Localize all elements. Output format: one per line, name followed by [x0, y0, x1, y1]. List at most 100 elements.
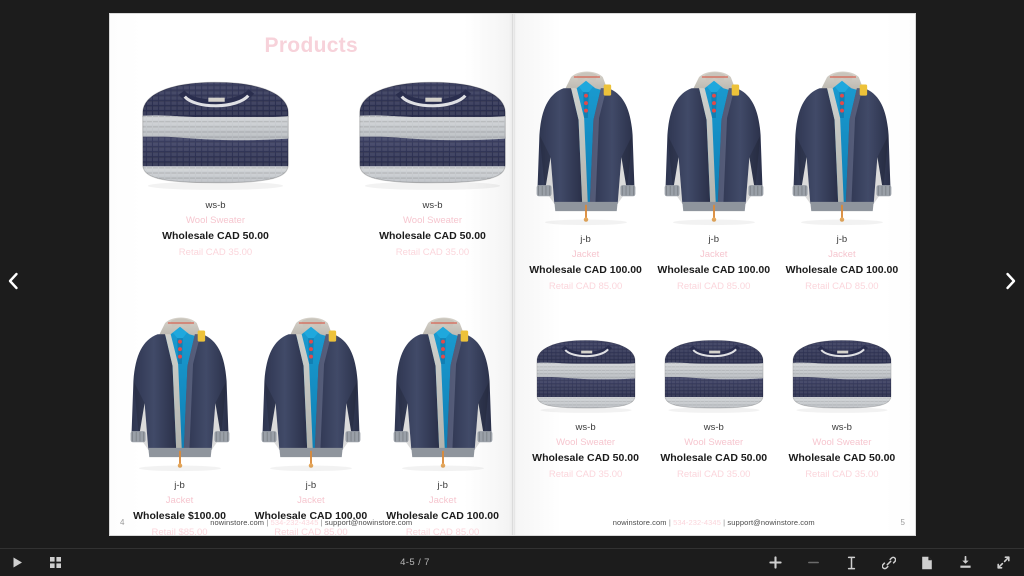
toolbar-left-group: [0, 554, 64, 572]
product-sku: ws-b: [831, 422, 852, 433]
product-name: Jacket: [828, 249, 856, 261]
product-sku: ws-b: [575, 422, 596, 433]
product-sku: j-b: [836, 234, 848, 245]
product-image-jacket: [536, 71, 635, 226]
footer-separator-1: |: [266, 518, 269, 527]
product-wholesale-price: Wholesale CAD 50.00: [788, 452, 896, 465]
download-button[interactable]: [956, 554, 974, 572]
product-name: Jacket: [428, 495, 457, 507]
page-indicator: 4-5 / 7: [400, 557, 430, 568]
minus-icon: [807, 561, 819, 564]
page-view-button[interactable]: [918, 554, 936, 572]
plus-icon: [768, 556, 782, 569]
product-name: Wool Sweater: [684, 437, 744, 449]
page-left[interactable]: Products ws-b Wool Sweater Wholesale CAD…: [110, 14, 513, 535]
footer-email[interactable]: support@nowinstore.com: [325, 518, 412, 527]
zoom-in-button[interactable]: [766, 554, 784, 572]
product-card[interactable]: ws-b Wool Sweater Wholesale CAD 50.00 Re…: [783, 332, 901, 482]
page-number-right: 5: [900, 518, 905, 527]
product-retail-price: Retail CAD 85.00: [677, 281, 751, 293]
product-retail-price: Retail CAD 35.00: [548, 469, 623, 481]
product-card[interactable]: j-b Jacket Wholesale CAD 100.00 Retail C…: [785, 64, 899, 294]
toolbar-center-group: 4-5 / 7: [64, 557, 766, 568]
footer-separator-1: |: [668, 518, 671, 527]
product-card[interactable]: ws-b Wool Sweater Wholesale CAD 50.00 Re…: [345, 70, 513, 260]
product-card[interactable]: ws-b Wool Sweater Wholesale CAD 50.00 Re…: [128, 70, 303, 260]
presentation-mode-button[interactable]: [8, 554, 26, 572]
product-name: Jacket: [699, 249, 728, 261]
product-sku: j-b: [708, 234, 719, 245]
product-image-jacket: [393, 317, 492, 472]
product-image-wool-sweater: [536, 339, 636, 413]
footer-separator-2: |: [723, 518, 726, 527]
product-row-left-top: ws-b Wool Sweater Wholesale CAD 50.00 Re…: [110, 70, 513, 260]
product-name: Jacket: [165, 495, 194, 507]
footer-phone[interactable]: 534-232-4345: [673, 518, 721, 527]
product-image-wool-sweater: [664, 339, 764, 413]
product-name: Wool Sweater: [403, 215, 462, 227]
bottom-toolbar: 4-5 / 7: [0, 548, 1024, 576]
product-retail-price: Retail CAD 35.00: [677, 469, 751, 481]
footer-website[interactable]: nowinstore.com: [210, 518, 264, 527]
product-card[interactable]: j-b Jacket Wholesale CAD 100.00 Retail C…: [255, 310, 367, 535]
product-card[interactable]: ws-b Wool Sweater Wholesale CAD 50.00 Re…: [655, 332, 773, 482]
zoom-out-button[interactable]: [804, 554, 822, 572]
product-card[interactable]: ws-b Wool Sweater Wholesale CAD 50.00 Re…: [527, 332, 645, 482]
product-retail-price: Retail CAD 35.00: [805, 469, 879, 481]
product-wholesale-price: Wholesale CAD 100.00: [657, 264, 771, 277]
product-image-jacket: [261, 317, 361, 472]
next-page-button[interactable]: [998, 264, 1024, 298]
product-wholesale-price: Wholesale CAD 100.00: [529, 264, 642, 277]
product-sku: j-b: [580, 234, 591, 245]
text-cursor-icon: [847, 556, 855, 569]
page-number-left: 4: [120, 518, 125, 527]
download-icon: [959, 556, 971, 568]
product-name: Wool Sweater: [556, 437, 616, 449]
product-row-right-top: j-b Jacket Wholesale CAD 100.00 Retail C…: [513, 64, 916, 294]
product-wholesale-price: Wholesale CAD 50.00: [162, 230, 269, 243]
product-sku: ws-b: [205, 200, 226, 211]
product-image-wool-sweater: [142, 81, 289, 190]
expand-icon: [996, 556, 1010, 569]
footer-website[interactable]: nowinstore.com: [613, 518, 667, 527]
product-row-left-bottom: j-b Jacket Wholesale $100.00 Retail $85.…: [110, 310, 513, 535]
product-name: Jacket: [571, 249, 600, 261]
previous-page-button[interactable]: [0, 264, 26, 298]
product-wholesale-price: Wholesale CAD 50.00: [379, 230, 486, 243]
product-sku: j-b: [174, 480, 185, 491]
product-retail-price: Retail CAD 85.00: [805, 281, 879, 293]
page-title: Products: [264, 34, 358, 57]
select-text-button[interactable]: [842, 554, 860, 572]
product-retail-price: Retail CAD 85.00: [548, 281, 623, 293]
product-name: Wool Sweater: [812, 437, 872, 449]
product-image-jacket: [664, 71, 764, 226]
product-retail-price: Retail CAD 35.00: [395, 247, 470, 259]
product-wholesale-price: Wholesale CAD 50.00: [532, 452, 639, 465]
product-image-wool-sweater: [359, 81, 506, 190]
flipbook-viewer: Products ws-b Wool Sweater Wholesale CAD…: [0, 0, 1024, 576]
book-spread: Products ws-b Wool Sweater Wholesale CAD…: [110, 14, 915, 535]
page-right[interactable]: j-b Jacket Wholesale CAD 100.00 Retail C…: [512, 14, 916, 535]
thumbnails-button[interactable]: [46, 554, 64, 572]
product-card[interactable]: j-b Jacket Wholesale CAD 100.00 Retail C…: [386, 310, 499, 535]
chevron-left-icon: [8, 272, 18, 290]
product-card[interactable]: j-b Jacket Wholesale $100.00 Retail $85.…: [124, 310, 236, 535]
product-card[interactable]: j-b Jacket Wholesale CAD 100.00 Retail C…: [657, 64, 770, 294]
footer-email[interactable]: support@nowinstore.com: [727, 518, 814, 527]
page-footer-right: nowinstore.com | 534-232-4345 | support@…: [513, 518, 916, 527]
product-sku: j-b: [305, 480, 317, 491]
product-sku: ws-b: [422, 200, 443, 211]
product-retail-price: Retail CAD 35.00: [178, 247, 253, 259]
toolbar-right-group: [766, 554, 1024, 572]
fullscreen-button[interactable]: [994, 554, 1012, 572]
product-image-jacket: [130, 317, 229, 472]
book-stage: Products ws-b Wool Sweater Wholesale CAD…: [0, 0, 1024, 548]
product-sku: j-b: [437, 480, 448, 491]
product-card[interactable]: j-b Jacket Wholesale CAD 100.00 Retail C…: [529, 64, 642, 294]
page-icon: [922, 556, 932, 569]
product-wholesale-price: Wholesale CAD 100.00: [785, 264, 899, 277]
product-wholesale-price: Wholesale CAD 50.00: [660, 452, 768, 465]
footer-separator-2: |: [320, 518, 323, 527]
share-link-button[interactable]: [880, 554, 898, 572]
footer-phone[interactable]: 534-232-4345: [271, 518, 319, 527]
